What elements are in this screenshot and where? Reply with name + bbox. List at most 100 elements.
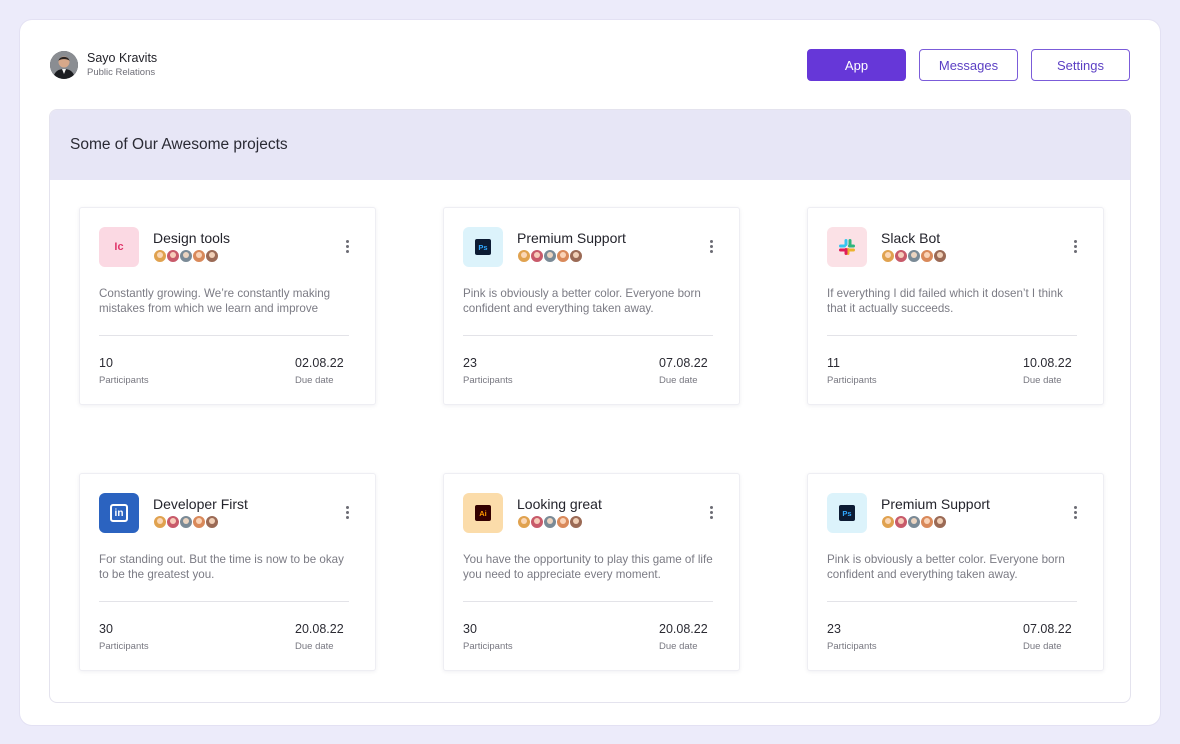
card-description: You have the opportunity to play this ga… [463, 553, 713, 581]
project-card[interactable]: in Developer First For standing out. But… [79, 473, 376, 671]
participant-avatar [920, 249, 934, 263]
due-date-value: 10.08.22 [1023, 356, 1072, 370]
participant-avatar [933, 515, 947, 529]
due-date-label: Due date [295, 375, 334, 386]
card-title: Developer First [153, 496, 248, 512]
participants-count: 11 [827, 356, 840, 370]
invision-icon-label: Ic [114, 241, 124, 253]
more-options-icon[interactable] [345, 506, 349, 520]
projects-panel: Some of Our Awesome projects Ic Design t… [49, 109, 1131, 703]
divider [463, 601, 713, 602]
card-description: Pink is obviously a better color. Everyo… [463, 287, 701, 315]
participant-avatar [569, 515, 583, 529]
divider [463, 335, 713, 336]
divider [99, 601, 349, 602]
participant-avatar [881, 515, 895, 529]
participants-count: 30 [463, 622, 477, 636]
participant-avatar [192, 515, 206, 529]
more-options-icon[interactable] [1073, 506, 1077, 520]
more-options-icon[interactable] [345, 240, 349, 254]
slack-icon [827, 227, 867, 267]
participant-avatar [205, 515, 219, 529]
participants-count: 30 [99, 622, 113, 636]
project-card[interactable]: Ai Looking great You have the opportunit… [443, 473, 740, 671]
participant-avatar [179, 515, 193, 529]
due-date-value: 07.08.22 [1023, 622, 1072, 636]
participant-avatar [556, 249, 570, 263]
panel-header: Some of Our Awesome projects [50, 110, 1130, 180]
photoshop-icon-label: Ps [839, 505, 855, 521]
invision-icon: Ic [99, 227, 139, 267]
illustrator-icon-label: Ai [475, 505, 491, 521]
slack-logo-icon [839, 239, 855, 255]
participant-avatar [543, 515, 557, 529]
card-title: Premium Support [517, 230, 626, 246]
user-avatar [50, 51, 78, 79]
due-date-value: 20.08.22 [295, 622, 344, 636]
linkedin-icon: in [99, 493, 139, 533]
participant-avatar [205, 249, 219, 263]
participant-avatar [894, 515, 908, 529]
messages-button[interactable]: Messages [919, 49, 1018, 81]
participants-label: Participants [827, 641, 877, 652]
participants-label: Participants [463, 375, 513, 386]
project-card[interactable]: Ps Premium Support Pink is obviously a b… [807, 473, 1104, 671]
linkedin-icon-label: in [110, 504, 128, 522]
participants-count: 23 [463, 356, 477, 370]
card-description: Pink is obviously a better color. Everyo… [827, 553, 1065, 581]
participant-avatars [153, 515, 219, 529]
participant-avatars [881, 249, 947, 263]
user-photo-icon [50, 51, 78, 79]
due-date-label: Due date [659, 641, 698, 652]
participant-avatar [556, 515, 570, 529]
participant-avatar [179, 249, 193, 263]
more-options-icon[interactable] [1073, 240, 1077, 254]
user-profile[interactable]: Sayo Kravits Public Relations [50, 51, 157, 79]
photoshop-icon-label: Ps [475, 239, 491, 255]
divider [99, 335, 349, 336]
card-description: If everything I did failed which it dose… [827, 287, 1063, 315]
participant-avatar [907, 249, 921, 263]
user-name: Sayo Kravits [87, 51, 158, 65]
participant-avatars [153, 249, 219, 263]
due-date-value: 07.08.22 [659, 356, 708, 370]
participant-avatars [517, 249, 583, 263]
participant-avatar [933, 249, 947, 263]
top-nav: App Messages Settings [807, 49, 1130, 81]
card-description: For standing out. But the time is now to… [99, 553, 344, 581]
participant-avatar [517, 515, 531, 529]
participant-avatar [166, 515, 180, 529]
due-date-value: 02.08.22 [295, 356, 344, 370]
participant-avatar [881, 249, 895, 263]
due-date-label: Due date [295, 641, 334, 652]
project-card[interactable]: Ps Premium Support Pink is obviously a b… [443, 207, 740, 405]
more-options-icon[interactable] [709, 506, 713, 520]
due-date-label: Due date [1023, 641, 1062, 652]
app-button[interactable]: App [807, 49, 906, 81]
participant-avatar [907, 515, 921, 529]
more-options-icon[interactable] [709, 240, 713, 254]
participant-avatar [166, 249, 180, 263]
card-title: Premium Support [881, 496, 990, 512]
participants-label: Participants [99, 375, 149, 386]
participant-avatar [192, 249, 206, 263]
main-window: Sayo Kravits Public Relations App Messag… [20, 20, 1160, 725]
project-card[interactable]: Slack Bot If everything I did failed whi… [807, 207, 1104, 405]
participant-avatar [894, 249, 908, 263]
panel-title: Some of Our Awesome projects [70, 136, 288, 153]
participants-label: Participants [99, 641, 149, 652]
user-role: Public Relations [87, 67, 156, 78]
due-date-label: Due date [1023, 375, 1062, 386]
participants-count: 10 [99, 356, 113, 370]
settings-button[interactable]: Settings [1031, 49, 1130, 81]
card-title: Slack Bot [881, 230, 941, 246]
participant-avatar [543, 249, 557, 263]
participant-avatar [569, 249, 583, 263]
participant-avatars [881, 515, 947, 529]
project-card[interactable]: Ic Design tools Constantly growing. We’r… [79, 207, 376, 405]
illustrator-icon: Ai [463, 493, 503, 533]
divider [827, 601, 1077, 602]
due-date-value: 20.08.22 [659, 622, 708, 636]
card-description: Constantly growing. We’re constantly mak… [99, 287, 331, 315]
divider [827, 335, 1077, 336]
